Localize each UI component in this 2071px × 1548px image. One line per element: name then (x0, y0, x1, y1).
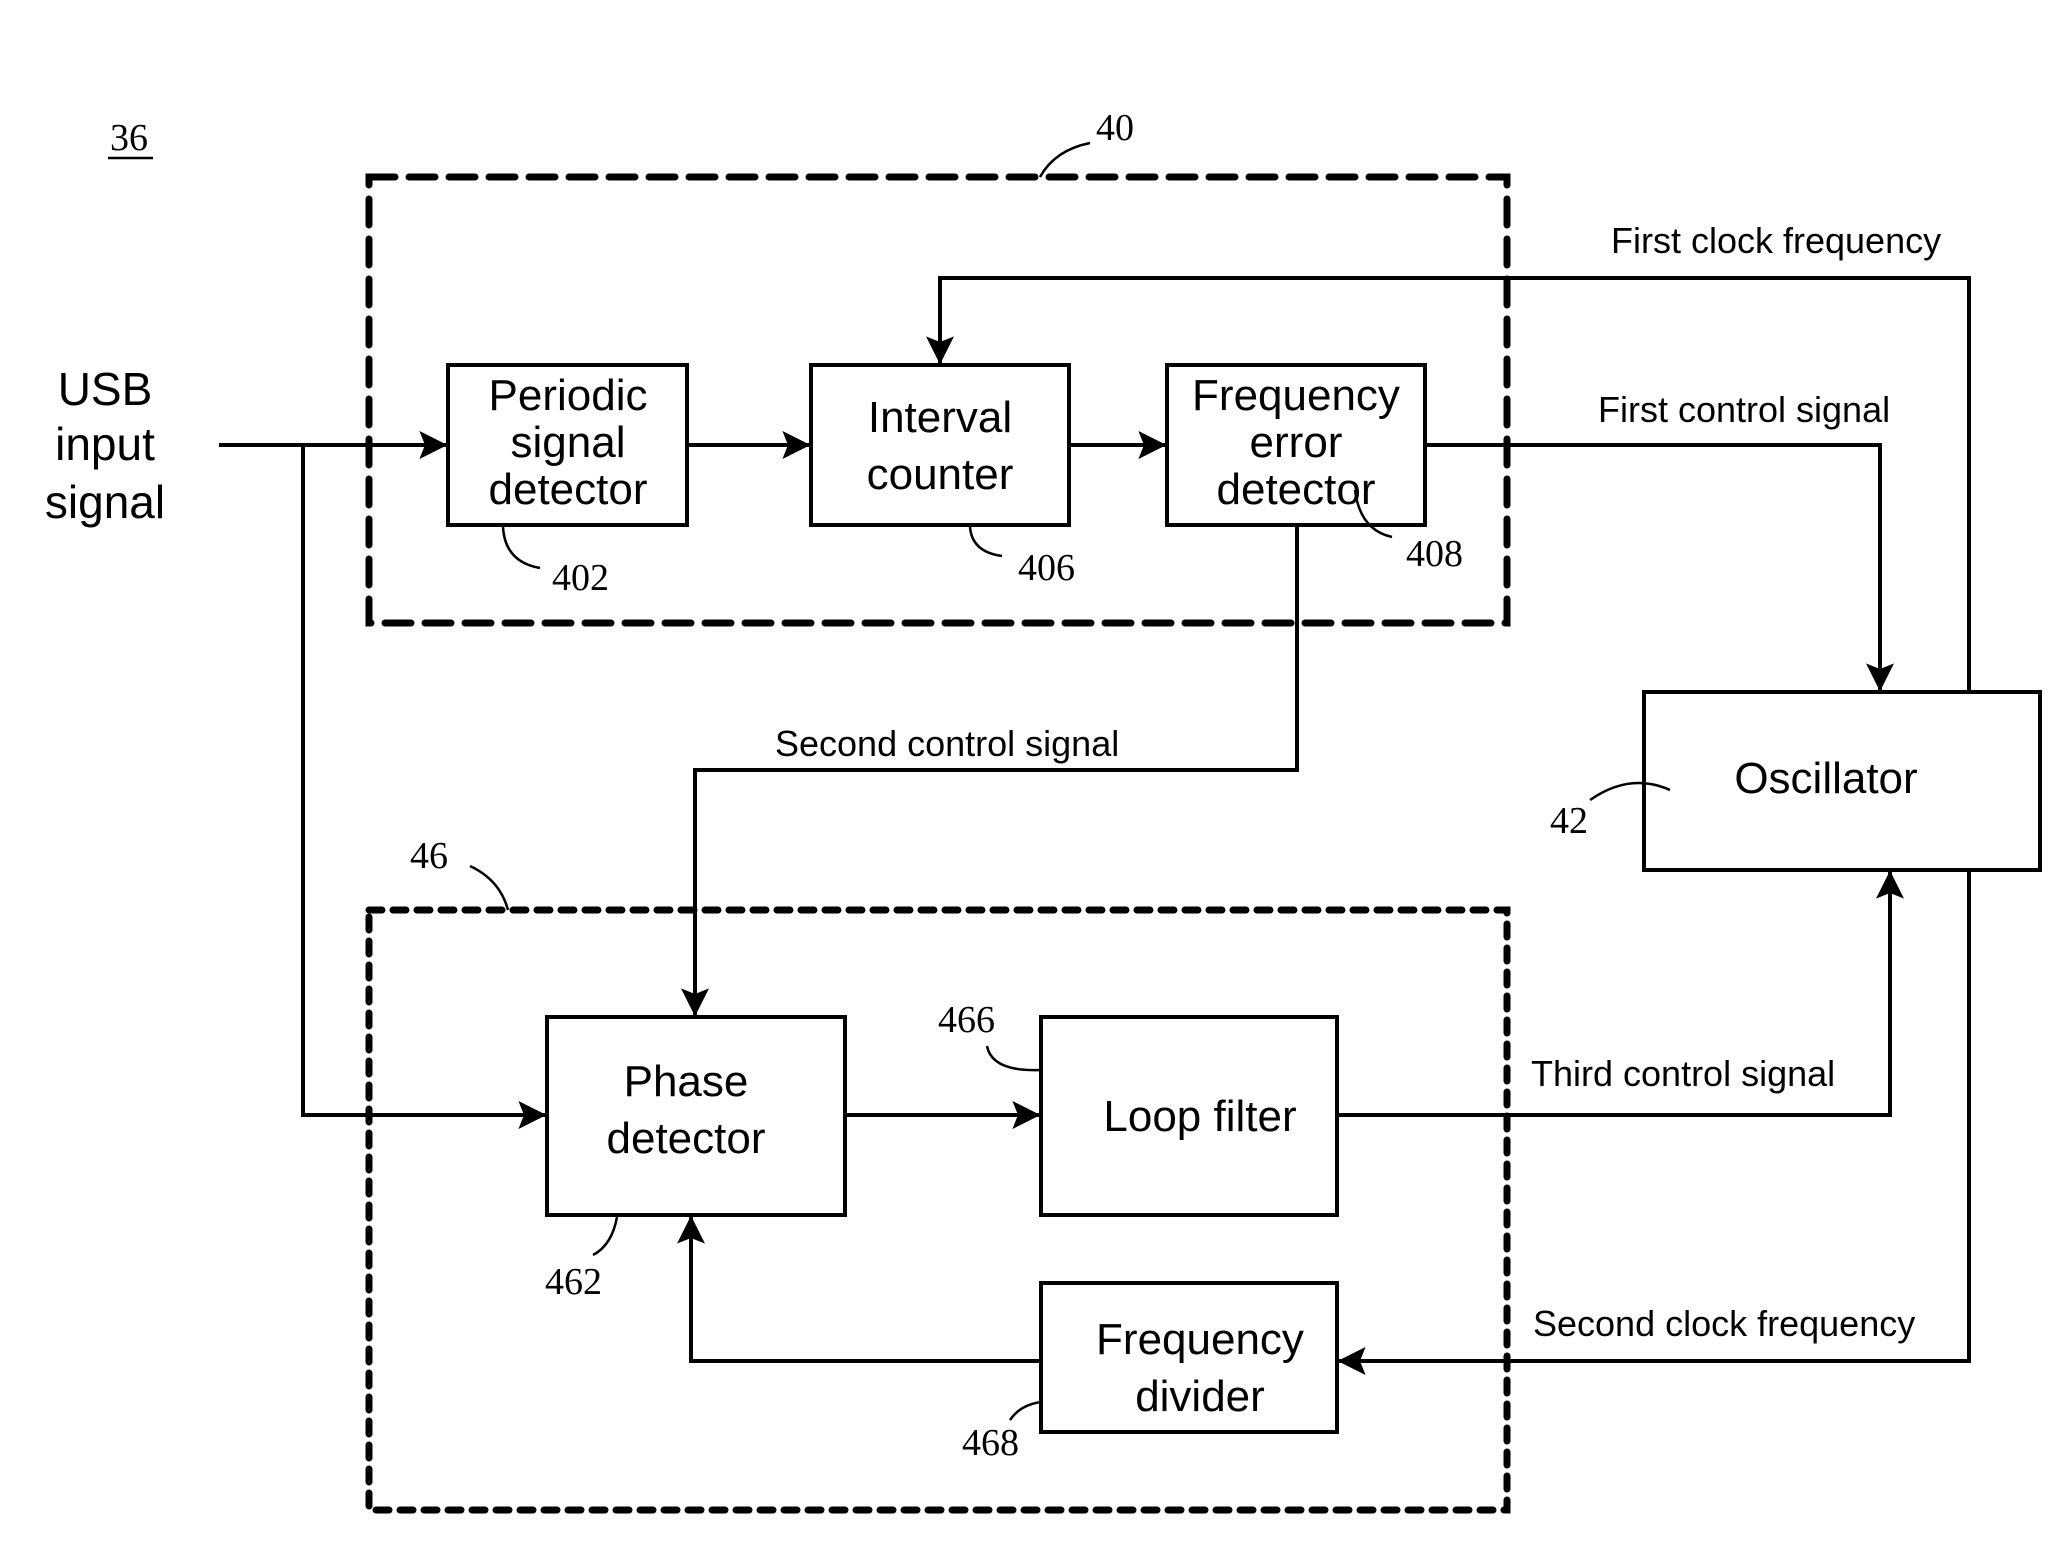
frequency-divider-leader (1008, 1400, 1042, 1421)
block-text: Frequency (1096, 1315, 1304, 1364)
freq-error-detector-ref: 408 (1406, 533, 1463, 575)
phase-group-leader (469, 864, 510, 911)
block-text: Interval (868, 393, 1012, 442)
third-control-signal-label: Third control signal (1531, 1053, 1835, 1094)
second-clock-frequency-label: Second clock frequency (1533, 1303, 1915, 1344)
periodic-detector-leader (501, 526, 541, 570)
oscillator-block: Oscillator (1642, 690, 2042, 872)
input-label-line-1: USB (58, 363, 153, 415)
loop-filter-ref: 466 (938, 999, 995, 1041)
phase-detector-block: Phase detector (545, 1015, 847, 1217)
frequency-divider-ref: 468 (962, 1422, 1019, 1464)
block-text: counter (867, 450, 1014, 499)
first-clock-frequency-label: First clock frequency (1611, 220, 1941, 261)
frequency-error-detector-block: Frequency error detector (1165, 363, 1427, 527)
second-control-signal-label: Second control signal (775, 723, 1119, 764)
periodic-detector-ref: 402 (552, 557, 609, 599)
phase-detector-leader (592, 1216, 619, 1257)
block-text: detector (1217, 465, 1376, 514)
input-label-line-2: input (55, 418, 155, 470)
block-text: Frequency (1192, 371, 1400, 420)
block-text: Phase (624, 1057, 749, 1106)
interval-counter-block: Interval counter (809, 363, 1071, 527)
input-label-line-3: signal (45, 476, 165, 528)
block-text: Periodic (489, 371, 648, 420)
block-text: Loop filter (1103, 1092, 1296, 1141)
block-text: signal (511, 418, 626, 467)
interval-counter-ref: 406 (1018, 547, 1075, 589)
wire-first-control-signal (1425, 443, 1894, 692)
loop-filter-leader (985, 1045, 1042, 1072)
loop-filter-block: Loop filter (1039, 1015, 1339, 1217)
wire-input-to-phase-detector (301, 445, 547, 1129)
periodic-signal-detector-block: Periodic signal detector (446, 363, 689, 527)
block-text: error (1250, 418, 1343, 467)
oscillator-ref: 42 (1550, 800, 1588, 842)
block-text: detector (489, 465, 648, 514)
figure-ref-label: 36 (110, 117, 148, 159)
frequency-divider-block: Frequency divider (1039, 1281, 1339, 1434)
block-text: Oscillator (1734, 754, 1917, 803)
interval-counter-leader (968, 526, 1003, 558)
frequency-group-ref: 40 (1096, 107, 1134, 149)
wire-second-control-signal (681, 525, 1299, 1017)
phase-group-ref: 46 (410, 835, 448, 877)
block-diagram: 36 USB input signal 40 46 First clock fr… (45, 107, 2042, 1514)
first-control-signal-label: First control signal (1598, 389, 1890, 430)
block-text: detector (607, 1114, 766, 1163)
wire-first-clock-frequency (926, 276, 1971, 692)
frequency-group-leader (1038, 141, 1091, 178)
wire-divider-to-phase-detector (677, 1215, 1041, 1363)
usb-input-label: USB input signal (45, 363, 165, 528)
phase-detector-ref: 462 (545, 1261, 602, 1303)
block-text: divider (1135, 1372, 1265, 1421)
